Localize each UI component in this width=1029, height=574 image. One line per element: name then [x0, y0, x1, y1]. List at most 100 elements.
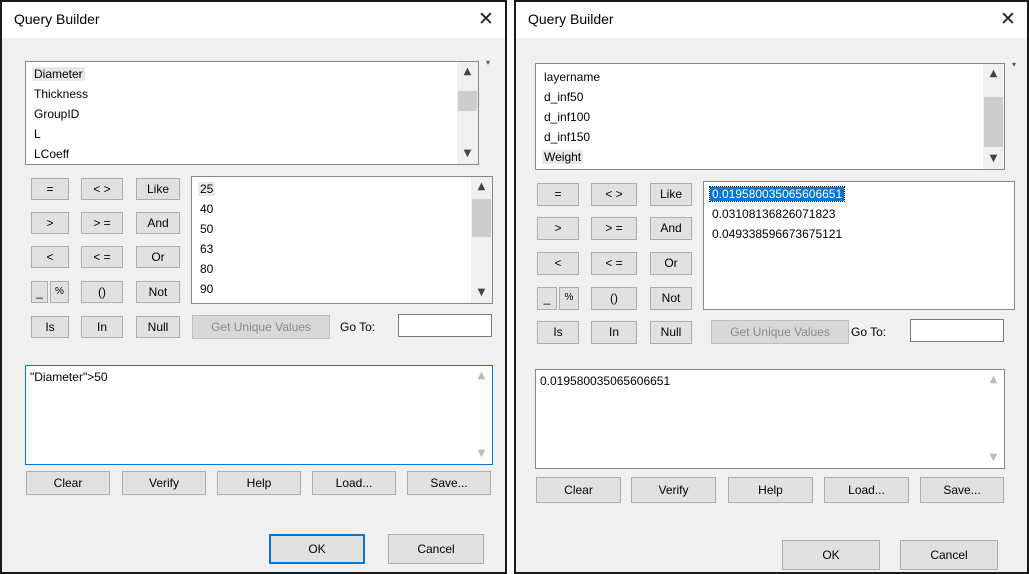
less-than-button[interactable]: < [31, 246, 69, 268]
equals-button[interactable]: = [31, 178, 69, 200]
like-button[interactable]: Like [650, 183, 692, 206]
scroll-thumb[interactable] [984, 97, 1003, 147]
ok-button[interactable]: OK [269, 534, 365, 564]
query-builder-dialog-1: Query Builder ✕ Diameter Thickness Group… [0, 0, 507, 574]
scroll-down-icon[interactable]: ▼ [471, 283, 492, 303]
is-button[interactable]: Is [31, 316, 69, 338]
or-button[interactable]: Or [650, 252, 692, 275]
unique-values-list[interactable]: 25 40 50 63 80 90 ▲ ▼ [191, 176, 493, 304]
clear-button[interactable]: Clear [26, 471, 110, 495]
close-icon[interactable]: ✕ [473, 6, 499, 32]
expression-text: "Diameter">50 [30, 370, 108, 384]
like-button[interactable]: Like [136, 178, 180, 200]
list-item[interactable]: d_inf100 [544, 110, 590, 124]
in-button[interactable]: In [81, 316, 123, 338]
list-item[interactable]: Weight [542, 150, 584, 164]
expression-text: 0.019580035065606651 [540, 374, 671, 388]
list-item[interactable]: 63 [200, 242, 213, 256]
less-equal-button[interactable]: < = [81, 246, 123, 268]
is-button[interactable]: Is [537, 321, 579, 344]
expression-box[interactable]: "Diameter">50 ▲ ▼ [25, 365, 493, 465]
load-button[interactable]: Load... [824, 477, 909, 503]
scroll-down-icon: ▼ [989, 452, 998, 463]
scroll-up-icon[interactable]: ▲ [471, 177, 492, 197]
cancel-button[interactable]: Cancel [388, 534, 484, 564]
unique-values-list[interactable]: 0.019580035065606651 0.03108136826071823… [703, 181, 1015, 310]
goto-input[interactable] [398, 314, 492, 337]
expression-box[interactable]: 0.019580035065606651 ▲ ▼ [535, 369, 1005, 469]
percent-button[interactable]: % [50, 281, 69, 303]
list-item[interactable]: 0.049338596673675121 [712, 227, 842, 241]
parentheses-button[interactable]: () [591, 287, 637, 310]
greater-than-button[interactable]: > [537, 217, 579, 240]
menu-arrow-icon[interactable]: ▾ [1012, 60, 1016, 69]
null-button[interactable]: Null [136, 316, 180, 338]
list-item[interactable]: 25 [198, 182, 216, 196]
scroll-thumb[interactable] [472, 199, 491, 237]
list-item[interactable]: 0.03108136826071823 [712, 207, 835, 221]
fields-list[interactable]: layername d_inf50 d_inf100 d_inf150 Weig… [535, 63, 1005, 170]
scroll-up-icon[interactable]: ▲ [983, 64, 1004, 84]
get-unique-values-button[interactable]: Get Unique Values [711, 320, 849, 344]
and-button[interactable]: And [136, 212, 180, 234]
get-unique-values-button[interactable]: Get Unique Values [192, 315, 330, 339]
greater-equal-button[interactable]: > = [81, 212, 123, 234]
list-item[interactable]: d_inf50 [544, 90, 583, 104]
list-item[interactable]: d_inf150 [544, 130, 590, 144]
verify-button[interactable]: Verify [631, 477, 716, 503]
not-button[interactable]: Not [650, 287, 692, 310]
fields-scrollbar[interactable]: ▲ ▼ [983, 64, 1004, 169]
ok-button[interactable]: OK [782, 540, 880, 570]
percent-button[interactable]: % [559, 287, 579, 310]
list-item[interactable]: 0.019580035065606651 [708, 186, 846, 202]
not-equal-button[interactable]: < > [591, 183, 637, 206]
scroll-down-icon[interactable]: ▼ [983, 149, 1004, 169]
load-button[interactable]: Load... [312, 471, 396, 495]
title-bar: Query Builder ✕ [516, 2, 1027, 38]
scroll-up-icon: ▲ [477, 370, 486, 381]
less-than-button[interactable]: < [537, 252, 579, 275]
list-item[interactable]: layername [544, 70, 600, 84]
help-button[interactable]: Help [217, 471, 301, 495]
save-button[interactable]: Save... [407, 471, 491, 495]
values-scrollbar[interactable]: ▲ ▼ [471, 177, 492, 303]
not-button[interactable]: Not [136, 281, 180, 303]
list-item[interactable]: GroupID [34, 107, 79, 121]
in-button[interactable]: In [591, 321, 637, 344]
list-item[interactable]: Diameter [32, 67, 85, 81]
parentheses-button[interactable]: () [81, 281, 123, 303]
list-item[interactable]: 90 [200, 282, 213, 296]
list-item[interactable]: L [34, 127, 41, 141]
menu-arrow-icon[interactable]: ▾ [486, 58, 490, 67]
scroll-up-icon: ▲ [989, 374, 998, 385]
not-equal-button[interactable]: < > [81, 178, 123, 200]
cancel-button[interactable]: Cancel [900, 540, 998, 570]
verify-button[interactable]: Verify [122, 471, 206, 495]
list-item[interactable]: 50 [200, 222, 213, 236]
save-button[interactable]: Save... [920, 477, 1004, 503]
fields-list[interactable]: Diameter Thickness GroupID L LCoeff ▲ ▼ [25, 61, 479, 165]
less-equal-button[interactable]: < = [591, 252, 637, 275]
dialog-title: Query Builder [14, 11, 100, 27]
greater-than-button[interactable]: > [31, 212, 69, 234]
goto-input[interactable] [910, 319, 1004, 342]
scroll-up-icon[interactable]: ▲ [457, 62, 478, 82]
scroll-down-icon[interactable]: ▼ [457, 144, 478, 164]
equals-button[interactable]: = [537, 183, 579, 206]
clear-button[interactable]: Clear [536, 477, 621, 503]
underscore-button[interactable]: _ [31, 281, 48, 303]
help-button[interactable]: Help [728, 477, 813, 503]
close-icon[interactable]: ✕ [995, 6, 1021, 32]
underscore-button[interactable]: _ [537, 287, 557, 310]
goto-label: Go To: [851, 325, 887, 339]
and-button[interactable]: And [650, 217, 692, 240]
list-item[interactable]: Thickness [34, 87, 88, 101]
list-item[interactable]: 80 [200, 262, 213, 276]
list-item[interactable]: LCoeff [34, 147, 69, 161]
list-item[interactable]: 40 [200, 202, 213, 216]
fields-scrollbar[interactable]: ▲ ▼ [457, 62, 478, 164]
greater-equal-button[interactable]: > = [591, 217, 637, 240]
null-button[interactable]: Null [650, 321, 692, 344]
scroll-thumb[interactable] [458, 91, 477, 111]
or-button[interactable]: Or [136, 246, 180, 268]
